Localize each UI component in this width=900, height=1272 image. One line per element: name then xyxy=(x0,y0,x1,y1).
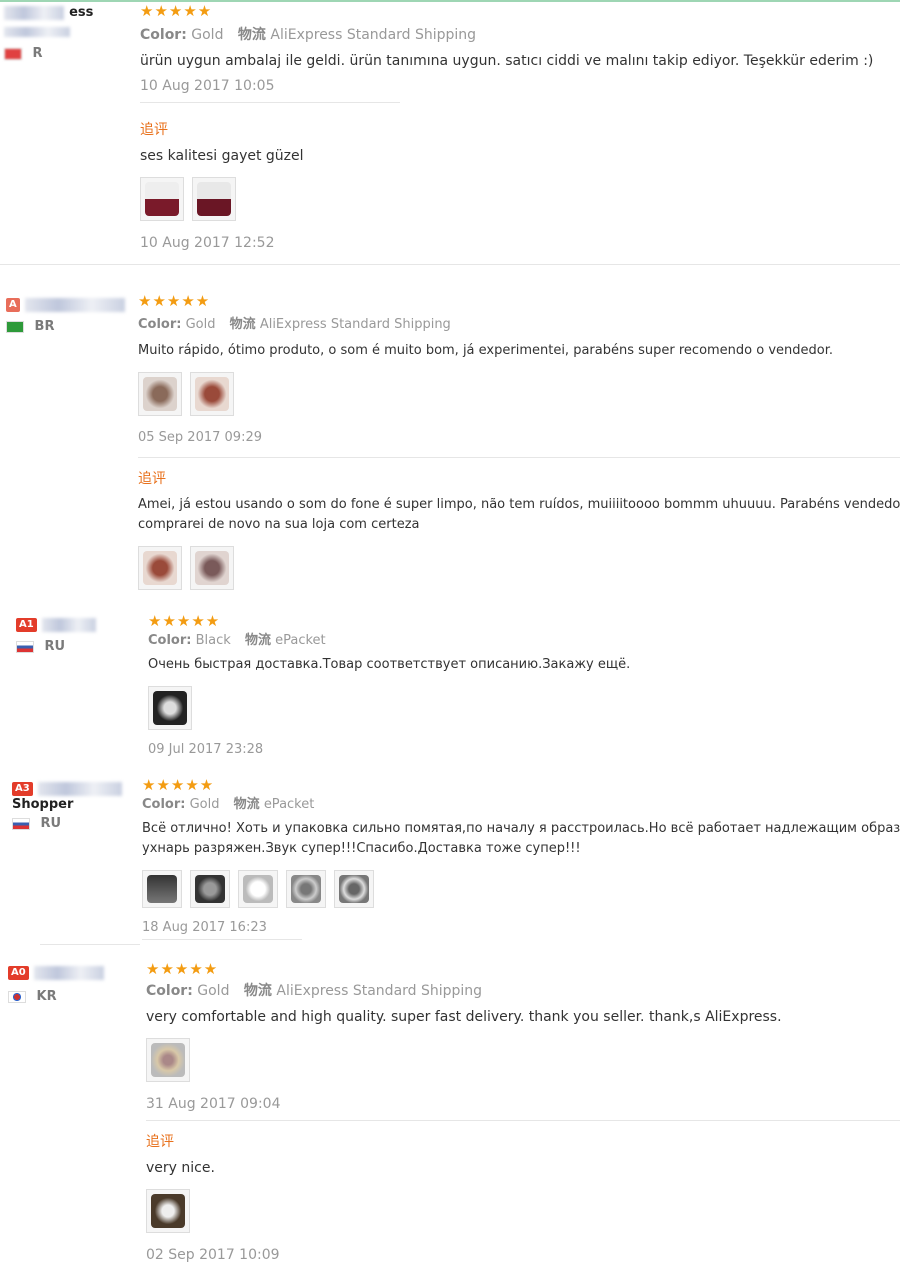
review-photo[interactable] xyxy=(140,177,184,221)
photo-list xyxy=(148,686,900,730)
followup-date: 02 Sep 2017 10:09 xyxy=(146,1247,280,1263)
review-content: ★★★★★ Color: Gold 物流 AliExpress Standard… xyxy=(146,960,900,1263)
star-rating: ★★★★★ xyxy=(146,960,219,978)
review-photo[interactable] xyxy=(190,546,234,590)
star-rating: ★★★★★ xyxy=(140,2,213,20)
country-code: BR xyxy=(34,319,55,334)
photo-list xyxy=(146,1038,900,1082)
review-separator xyxy=(0,264,900,265)
country: BR xyxy=(6,319,125,334)
product-meta: Color: Black 物流 ePacket xyxy=(148,633,326,648)
review-text: Muito rápido, ótimo produto, o som é mui… xyxy=(138,343,834,358)
russia-flag-icon xyxy=(16,640,34,653)
buyer-name-blurred xyxy=(41,617,96,632)
divider xyxy=(140,102,400,103)
photo-list xyxy=(138,372,900,416)
review-photo[interactable] xyxy=(138,372,182,416)
review-photo[interactable] xyxy=(334,870,374,908)
product-meta: Color: Gold 物流 ePacket xyxy=(142,797,315,812)
buyer-info: A1 RU xyxy=(16,614,96,654)
followup-label: 追评 xyxy=(146,1134,174,1150)
photo-list xyxy=(142,870,900,908)
flag-icon xyxy=(4,47,22,60)
korea-flag-icon xyxy=(8,990,26,1003)
buyer-info: A3 Shopper RU xyxy=(12,778,122,831)
followup-text: very nice. xyxy=(146,1160,215,1176)
review-date: 31 Aug 2017 09:04 xyxy=(146,1096,281,1112)
buyer-info: A0 KR xyxy=(8,962,104,1004)
country-code: RU xyxy=(44,639,66,654)
product-meta: Color: Gold 物流 AliExpress Standard Shipp… xyxy=(138,317,451,332)
followup-text: Amei, já estou usando o som do fone é su… xyxy=(138,497,900,512)
divider xyxy=(146,1120,900,1121)
followup-date: 10 Aug 2017 12:52 xyxy=(140,235,275,251)
buyer-info: ess R xyxy=(4,2,93,61)
review-photo[interactable] xyxy=(142,870,182,908)
country: KR xyxy=(8,989,104,1004)
star-rating: ★★★★★ xyxy=(142,776,215,794)
country: R xyxy=(4,46,93,61)
review-photo[interactable] xyxy=(146,1189,190,1233)
review-date: 10 Aug 2017 10:05 xyxy=(140,78,275,94)
photo-list xyxy=(146,1189,900,1233)
followup-label: 追评 xyxy=(140,122,168,138)
review-separator xyxy=(40,944,140,945)
photo-list xyxy=(138,546,900,590)
level-badge: A xyxy=(6,297,20,312)
buyer-name-blurred xyxy=(4,5,64,20)
review-text: ürün uygun ambalaj ile geldi. ürün tanım… xyxy=(140,53,874,69)
buyer-name-blurred xyxy=(4,26,70,37)
product-meta: Color: Gold 物流 AliExpress Standard Shipp… xyxy=(146,983,483,999)
star-rating: ★★★★★ xyxy=(138,292,211,310)
review-photo[interactable] xyxy=(238,870,278,908)
buyer-name-blurred xyxy=(24,297,125,312)
buyer-name: ess xyxy=(69,5,94,20)
review-content: ★★★★★ Color: Gold 物流 ePacket Всё отлично… xyxy=(142,776,900,940)
country: RU xyxy=(16,639,96,654)
review-content: ★★★★★ Color: Gold 物流 AliExpress Standard… xyxy=(140,2,900,251)
review-text: Очень быстрая доставка.Товар соответству… xyxy=(148,657,631,672)
review-photo[interactable] xyxy=(190,372,234,416)
review-photo[interactable] xyxy=(146,1038,190,1082)
buyer-name-blurred xyxy=(37,781,122,796)
review-date: 09 Jul 2017 23:28 xyxy=(148,742,264,757)
photo-list xyxy=(140,177,900,221)
review-date: 18 Aug 2017 16:23 xyxy=(142,920,267,935)
review-photo[interactable] xyxy=(138,546,182,590)
divider xyxy=(142,939,302,940)
brazil-flag-icon xyxy=(6,320,24,333)
star-rating: ★★★★★ xyxy=(148,612,221,630)
review-content: ★★★★★ Color: Black 物流 ePacket Очень быст… xyxy=(148,612,900,757)
review-date: 05 Sep 2017 09:29 xyxy=(138,430,262,445)
level-badge: A0 xyxy=(8,965,29,980)
product-meta: Color: Gold 物流 AliExpress Standard Shipp… xyxy=(140,27,477,43)
followup-text: comprarei de novo na sua loja com certez… xyxy=(138,517,420,532)
review-text: Всё отлично! Хоть и упаковка сильно помя… xyxy=(142,821,900,836)
divider xyxy=(138,457,900,458)
level-badge: A1 xyxy=(16,617,37,632)
review-photo[interactable] xyxy=(192,177,236,221)
buyer-info: A BR xyxy=(6,294,125,334)
followup-text: ses kalitesi gayet güzel xyxy=(140,148,304,164)
country: RU xyxy=(12,816,122,831)
country-code: KR xyxy=(36,989,57,1004)
buyer-name: Shopper xyxy=(12,797,74,812)
russia-flag-icon xyxy=(12,817,30,830)
review-photo[interactable] xyxy=(148,686,192,730)
country-code: RU xyxy=(40,816,62,831)
country-code: R xyxy=(32,46,43,61)
review-text: very comfortable and high quality. super… xyxy=(146,1009,782,1025)
review-text: ухнарь разряжен.Звук супер!!!Спасибо.Дос… xyxy=(142,841,581,856)
buyer-name-blurred xyxy=(33,965,104,980)
review-content: ★★★★★ Color: Gold 物流 AliExpress Standard… xyxy=(138,292,900,590)
level-badge: A3 xyxy=(12,781,33,796)
review-photo[interactable] xyxy=(190,870,230,908)
followup-label: 追评 xyxy=(138,471,166,487)
review-photo[interactable] xyxy=(286,870,326,908)
